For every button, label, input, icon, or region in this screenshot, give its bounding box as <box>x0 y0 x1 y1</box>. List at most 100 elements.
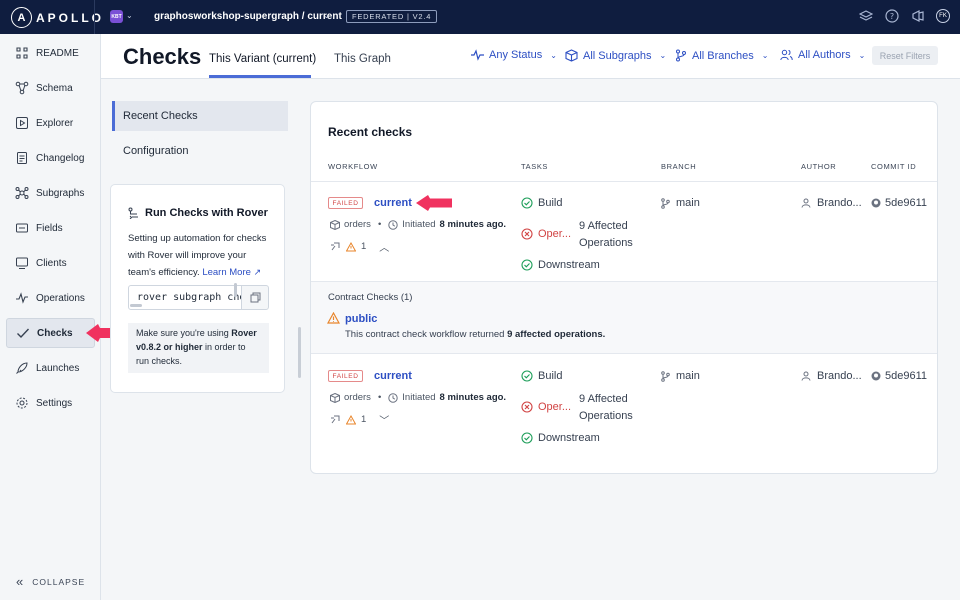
x-circle-icon <box>521 228 533 240</box>
org-badge[interactable]: KBT <box>110 10 123 23</box>
filter-authors[interactable]: All Authors ⌄ <box>780 49 865 61</box>
copy-command-button[interactable] <box>241 285 269 310</box>
check-circle-icon <box>521 370 533 382</box>
subnav-recent-checks[interactable]: Recent Checks <box>112 101 288 131</box>
org-chevron-icon[interactable]: ⌄ <box>126 11 133 20</box>
changelog-icon <box>17 152 27 164</box>
workflow-link[interactable]: current <box>374 370 412 382</box>
warning-count: 1 <box>361 241 367 252</box>
top-divider <box>94 0 95 34</box>
apollo-logo[interactable]: A APOLLO <box>11 7 104 28</box>
branch-icon <box>661 370 670 382</box>
rover-description: Setting up automation for checks with Ro… <box>128 230 273 281</box>
fields-icon <box>16 223 28 233</box>
chevron-down-icon: ⌄ <box>550 50 557 60</box>
external-link-icon[interactable]: ↗ <box>254 267 262 277</box>
task-build[interactable]: Build <box>521 197 562 209</box>
sidebar-item-checks[interactable]: Checks <box>6 318 95 348</box>
code-horizontal-scrollbar[interactable] <box>130 304 142 307</box>
operations-icon <box>16 292 28 304</box>
sidebar-item-schema[interactable]: Schema <box>6 73 95 103</box>
sidebar-item-settings[interactable]: Settings <box>6 388 95 418</box>
contract-checks-title: Contract Checks (1) <box>328 292 413 303</box>
schema-icon <box>15 81 29 95</box>
tab-this-graph[interactable]: This Graph <box>334 53 391 65</box>
branch-icon <box>661 197 670 209</box>
github-icon <box>871 371 881 381</box>
task-operations[interactable]: Oper... <box>521 228 571 240</box>
task-downstream[interactable]: Downstream <box>521 259 600 271</box>
initiated-time: 8 minutes ago. <box>439 219 507 230</box>
annotation-arrow-icon <box>416 195 452 211</box>
filter-status[interactable]: Any Status ⌄ <box>471 49 557 61</box>
help-icon[interactable]: ? <box>884 8 900 24</box>
sidebar-item-changelog[interactable]: Changelog <box>6 143 95 173</box>
recent-checks-card: Recent checks WORKFLOW TASKS BRANCH AUTH… <box>310 101 938 474</box>
branch-icon <box>676 49 686 62</box>
task-build-label: Build <box>538 370 563 382</box>
sidebar-item-readme[interactable]: README <box>6 38 95 68</box>
subnav-configuration[interactable]: Configuration <box>112 136 288 166</box>
filter-subgraphs[interactable]: All Subgraphs ⌄ <box>565 49 666 62</box>
chevron-up-icon[interactable]: ︿ <box>379 239 389 254</box>
branch-cell: main <box>661 370 700 382</box>
code-vertical-scrollbar[interactable] <box>234 283 237 297</box>
commit-cell[interactable]: 5de9611 <box>871 370 927 382</box>
collapse-button[interactable]: « COLLAPSE <box>16 574 85 589</box>
svg-text:?: ? <box>890 12 894 21</box>
sidebar-item-launches[interactable]: Launches <box>6 353 95 383</box>
pulse-icon <box>471 49 484 61</box>
filter-branches[interactable]: All Branches ⌄ <box>675 49 768 62</box>
subgraphs-icon <box>15 187 29 199</box>
rover-icon <box>128 207 138 219</box>
header-divider <box>311 181 937 182</box>
task-downstream-label: Downstream <box>538 259 600 271</box>
branch-name: main <box>676 197 700 209</box>
subgraph-name: orders <box>344 392 371 403</box>
user-avatar[interactable]: FK <box>936 9 950 23</box>
graph-chevron-icon[interactable]: ⌄ <box>323 11 330 20</box>
workflow-link[interactable]: current <box>374 197 412 209</box>
sidebar-item-label: Checks <box>37 327 73 339</box>
rover-card: Run Checks with Rover Setting up automat… <box>110 184 285 393</box>
layers-icon[interactable] <box>858 8 874 24</box>
sidebar-item-explorer[interactable]: Explorer <box>6 108 95 138</box>
task-operations-detail: 9 Affected Operations <box>579 220 633 249</box>
checks-icon <box>17 328 30 339</box>
tab-this-variant[interactable]: This Variant (current) <box>209 53 316 65</box>
users-icon <box>780 49 793 61</box>
author-name: Brando... <box>817 197 862 209</box>
subgraph-icon <box>330 219 340 230</box>
reset-filters-button[interactable]: Reset Filters <box>872 46 938 65</box>
clients-icon <box>16 257 28 269</box>
contract-description: This contract check workflow returned 9 … <box>345 329 605 340</box>
task-build[interactable]: Build <box>521 370 562 382</box>
chevron-down-icon[interactable]: ﹀ <box>379 412 389 427</box>
sidebar-item-fields[interactable]: Fields <box>6 213 95 243</box>
commit-id: 5de9611 <box>885 370 928 382</box>
sidebar-item-subgraphs[interactable]: Subgraphs <box>6 178 95 208</box>
subnav-scrollbar[interactable] <box>298 327 301 378</box>
announcements-icon[interactable] <box>910 8 926 24</box>
author-cell: Brando... <box>801 370 862 382</box>
task-operations-label: Oper... <box>538 228 572 240</box>
active-tab-indicator <box>209 75 311 78</box>
sidebar-item-operations[interactable]: Operations <box>6 283 95 313</box>
learn-more-link[interactable]: Learn More <box>202 267 251 278</box>
task-downstream[interactable]: Downstream <box>521 432 600 444</box>
commit-cell[interactable]: 5de9611 <box>871 197 927 209</box>
sidebar-item-label: Settings <box>36 397 73 409</box>
author-cell: Brando... <box>801 197 862 209</box>
check-icons: 1 ︿ <box>330 239 389 254</box>
task-operations[interactable]: Oper... <box>521 401 571 413</box>
divider <box>311 281 937 282</box>
contract-link[interactable]: public <box>345 313 377 325</box>
filter-status-label: Any Status <box>489 49 543 61</box>
task-operations-detail: 9 Affected Operations <box>579 393 633 422</box>
sidebar-item-label: Launches <box>36 362 80 374</box>
federated-badge: FEDERATED | V2.4 <box>346 10 438 23</box>
sidebar-item-clients[interactable]: Clients <box>6 248 95 278</box>
graph-selector[interactable]: graphosworkshop-supergraph / current <box>154 11 342 22</box>
chevron-down-icon: ⌄ <box>858 50 866 60</box>
rover-version-note: Make sure you're using Rover v0.8.2 or h… <box>128 323 269 373</box>
